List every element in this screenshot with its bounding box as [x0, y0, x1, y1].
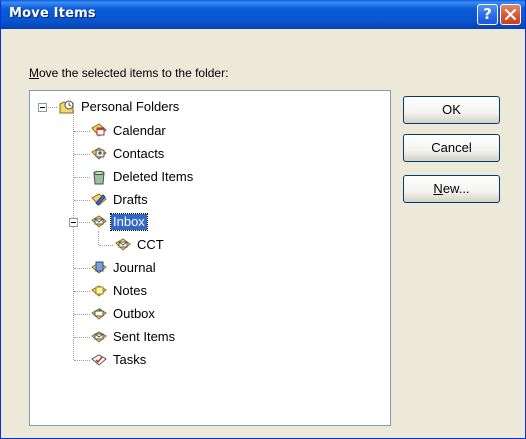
- tree-line: [74, 268, 90, 269]
- cancel-button[interactable]: Cancel: [403, 134, 500, 162]
- outbox-folder-icon: [91, 308, 107, 320]
- tree-line: [73, 111, 74, 360]
- close-button[interactable]: [500, 4, 521, 25]
- cancel-button-label: Cancel: [431, 140, 472, 155]
- tree-line: [99, 245, 113, 246]
- mail-folder-icon: [115, 238, 131, 251]
- folder-prompt-label: Move the selected items to the folder:: [29, 66, 228, 80]
- folder-tree[interactable]: Personal Folders Calendar Contacts Delet…: [29, 90, 391, 426]
- tree-item-label: Drafts: [113, 192, 148, 207]
- dialog-title: Move Items: [9, 6, 96, 21]
- personal-folders-icon: [59, 100, 74, 114]
- tree-item-label: Calendar: [113, 123, 166, 138]
- tree-item-label: Personal Folders: [81, 99, 180, 114]
- tree-item-label: Notes: [113, 283, 147, 298]
- new-button-mnemonic: N: [433, 181, 443, 196]
- title-bar[interactable]: Move Items ?: [1, 0, 525, 29]
- tree-line: [74, 177, 90, 178]
- tree-item-label: Outbox: [113, 306, 155, 321]
- close-icon: [505, 9, 516, 20]
- tree-line: [74, 337, 90, 338]
- tree-line: [48, 107, 57, 108]
- help-icon: ?: [483, 5, 492, 23]
- prompt-text: ove the selected items to the folder:: [39, 66, 229, 80]
- tasks-folder-icon: [91, 354, 107, 366]
- tree-line: [74, 291, 90, 292]
- tree-line: [79, 222, 90, 223]
- prompt-mnemonic: M: [29, 66, 39, 80]
- new-button-label: ew...: [442, 181, 470, 196]
- collapse-inbox-toggle[interactable]: [69, 218, 78, 227]
- tree-item-label: Sent Items: [113, 329, 176, 344]
- tree-line: [74, 154, 90, 155]
- move-items-dialog: Move Items ? Move the selected items to …: [0, 0, 526, 439]
- inbox-folder-icon: [91, 215, 107, 228]
- new-folder-button[interactable]: New...: [403, 175, 500, 203]
- help-button[interactable]: ?: [477, 4, 498, 25]
- tree-line: [74, 360, 90, 361]
- tree-item-label: Contacts: [113, 146, 165, 161]
- tree-line: [74, 314, 90, 315]
- deleted-items-icon: [93, 170, 105, 185]
- tree-item-label: Tasks: [113, 352, 147, 367]
- drafts-folder-icon: [91, 193, 107, 206]
- calendar-folder-icon: [91, 123, 107, 137]
- sent-items-icon: [91, 331, 107, 343]
- tree-item-label: Deleted Items: [113, 169, 194, 184]
- tree-item-label: Journal: [113, 260, 156, 275]
- ok-button[interactable]: OK: [403, 96, 500, 124]
- tree-line: [98, 231, 99, 245]
- tree-item-label: Inbox: [110, 213, 148, 231]
- tree-line: [74, 200, 90, 201]
- tree-item-label: CCT: [137, 237, 164, 252]
- contacts-folder-icon: [91, 147, 107, 160]
- journal-folder-icon: [91, 261, 107, 274]
- collapse-personal-folders-toggle[interactable]: [38, 103, 47, 112]
- ok-button-label: OK: [442, 102, 461, 117]
- notes-folder-icon: [91, 285, 107, 297]
- tree-line: [74, 131, 90, 132]
